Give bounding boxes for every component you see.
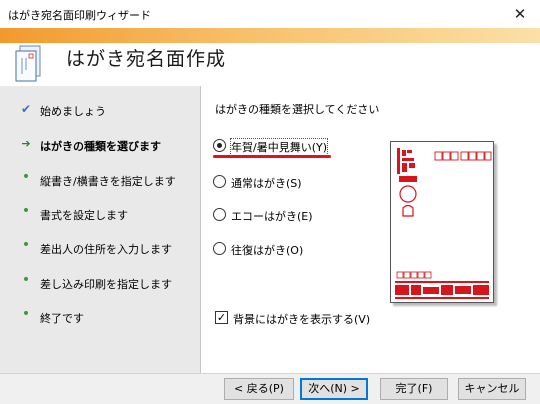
step-label: 書式を設定します xyxy=(40,209,128,222)
radio-button[interactable] xyxy=(213,242,226,255)
next-button[interactable]: 次へ(N) > xyxy=(300,378,368,400)
prompt-label: はがきの種類を選択してください xyxy=(215,103,380,116)
step-label: 差出人の住所を入力します xyxy=(40,243,172,256)
postcard-preview-image xyxy=(395,148,492,299)
close-icon[interactable]: ✕ xyxy=(500,0,540,28)
step-item-start: ✔ 始めましょう xyxy=(0,100,200,120)
step-item-format: • 書式を設定します xyxy=(0,203,200,224)
step-list-panel: ✔ 始めましょう ➔ はがきの種類を選びます • 縦書き/横書きを指定します •… xyxy=(0,86,201,373)
step-item-finish: • 終了です xyxy=(0,306,200,327)
cancel-button[interactable]: キャンセル xyxy=(458,378,526,400)
step-item-sender: • 差出人の住所を入力します xyxy=(0,237,200,258)
radio-label[interactable]: 年賀/暑中見舞い(Y) xyxy=(229,138,329,156)
checkmark-icon: ✔ xyxy=(20,102,32,116)
step-label: 差し込み印刷を指定します xyxy=(40,278,172,291)
step-item-merge: • 差し込み印刷を指定します xyxy=(0,272,200,293)
page-heading: はがき宛名面作成 xyxy=(66,48,227,70)
header-stripe xyxy=(0,28,540,43)
bullet-icon: • xyxy=(21,272,31,288)
step-label: 始めましょう xyxy=(40,105,106,118)
radio-button[interactable] xyxy=(213,139,226,152)
step-label: 終了です xyxy=(40,312,84,325)
step-item-orientation: • 縦書き/横書きを指定します xyxy=(0,169,200,190)
postcard-preview xyxy=(390,141,494,303)
step-label: 縦書き/横書きを指定します xyxy=(40,175,176,188)
step-label: はがきの種類を選びます xyxy=(40,140,161,153)
checkbox-label[interactable]: 背景にはがきを表示する(V) xyxy=(233,311,370,327)
red-underline-annotation xyxy=(213,155,331,158)
postcard-wizard-icon xyxy=(15,45,41,82)
bullet-icon: • xyxy=(21,306,31,322)
bullet-icon: • xyxy=(21,237,31,253)
radio-label[interactable]: 通常はがき(S) xyxy=(231,175,302,191)
step-item-card-type: ➔ はがきの種類を選びます xyxy=(0,135,200,155)
radio-button[interactable] xyxy=(213,208,226,221)
radio-button[interactable] xyxy=(213,175,226,188)
window-title: はがき宛名面印刷ウィザード xyxy=(8,9,151,22)
radio-label[interactable]: エコーはがき(E) xyxy=(231,208,313,224)
content-panel: はがきの種類を選択してください 年賀/暑中見舞い(Y) 通常はがき(S) エコー… xyxy=(201,86,540,373)
radio-label[interactable]: 往復はがき(O) xyxy=(231,242,303,258)
title-bar: はがき宛名面印刷ウィザード ✕ xyxy=(0,0,540,28)
bullet-icon: • xyxy=(21,169,31,185)
arrow-right-icon: ➔ xyxy=(21,137,31,150)
back-button[interactable]: < 戻る(P) xyxy=(224,378,294,400)
checkbox[interactable]: ✓ xyxy=(215,311,228,324)
bullet-icon: • xyxy=(21,203,31,219)
wizard-header: はがき宛名面作成 xyxy=(0,28,540,86)
button-bar: < 戻る(P) 次へ(N) > 完了(F) キャンセル xyxy=(0,373,540,404)
finish-button[interactable]: 完了(F) xyxy=(380,378,448,400)
